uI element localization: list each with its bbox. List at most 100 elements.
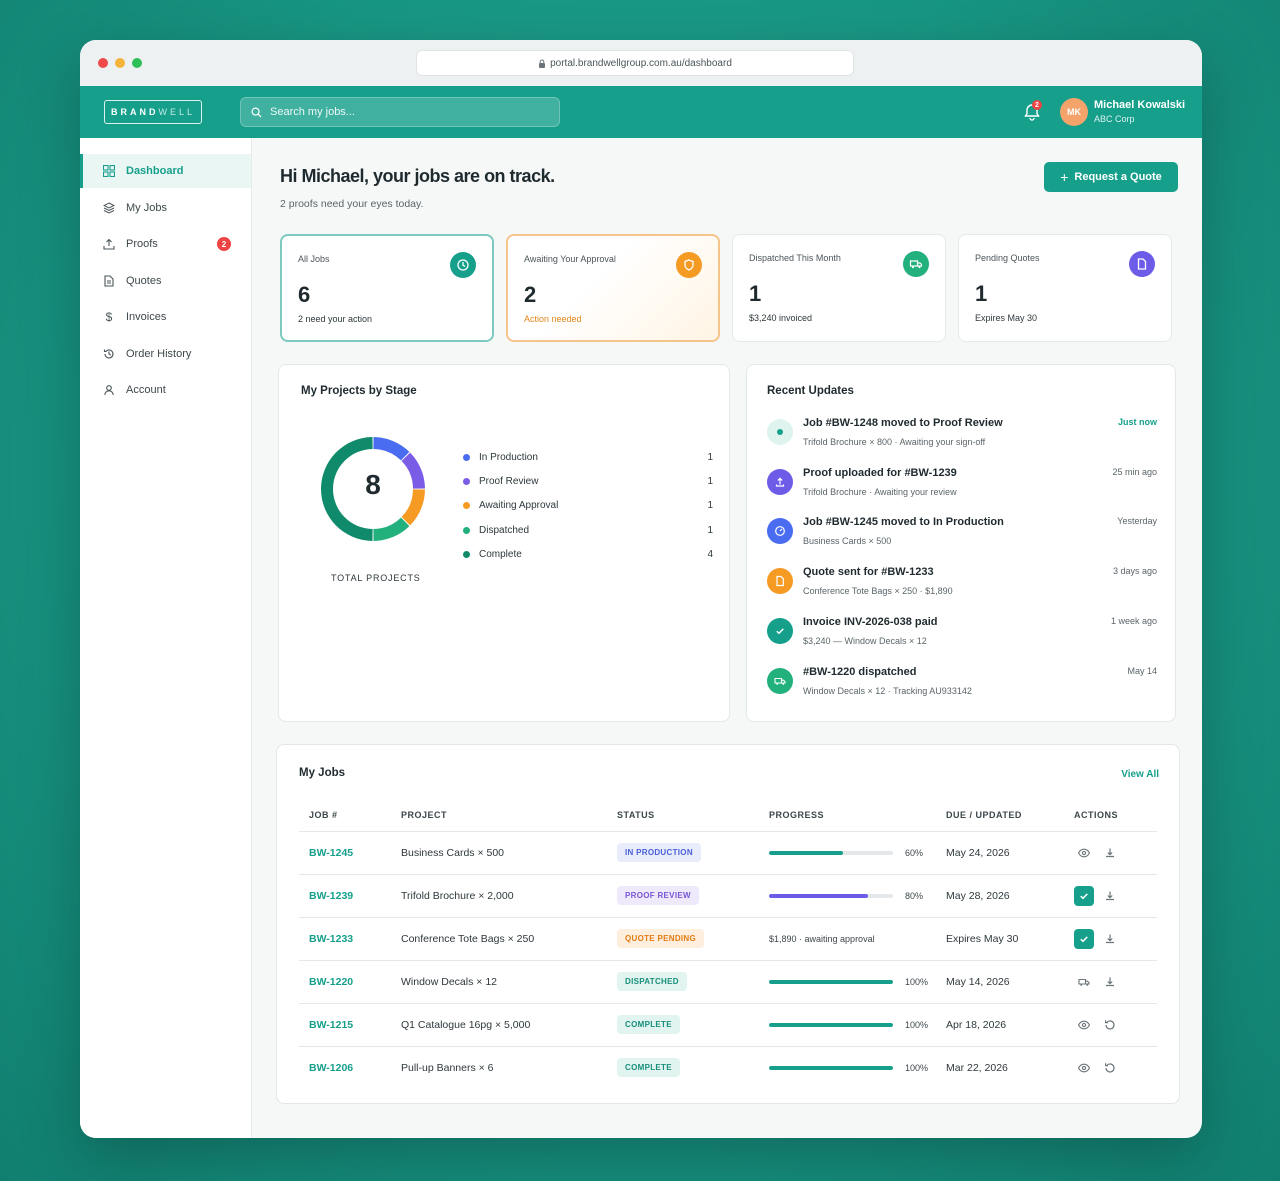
avatar[interactable]: MK bbox=[1060, 98, 1088, 126]
table-row[interactable]: BW-1220 Window Decals × 12 DISPATCHED 100% M… bbox=[299, 960, 1157, 1004]
sidebar-item-invoices[interactable]: $ Invoices bbox=[80, 300, 251, 334]
table-row[interactable]: BW-1215 Q1 Catalogue 16pg × 5,000 COMPLETE… bbox=[299, 1003, 1157, 1047]
job-project: Q1 Catalogue 16pg × 5,000 bbox=[391, 1003, 607, 1047]
progress-bar bbox=[769, 1022, 893, 1027]
legend-swatch bbox=[463, 478, 470, 486]
approve-icon[interactable] bbox=[1074, 928, 1094, 949]
dollar-icon: $ bbox=[105, 310, 113, 324]
update-item[interactable]: #BW-1220 dispatched Window Decals × 12 · … bbox=[767, 666, 1157, 706]
sidebar-item-label: My Jobs bbox=[126, 201, 167, 214]
job-id-link[interactable]: BW-1206 bbox=[309, 1062, 353, 1074]
sidebar-item-quotes[interactable]: Quotes bbox=[80, 264, 251, 298]
dot-icon bbox=[767, 419, 793, 445]
sidebar-item-dashboard[interactable]: Dashboard bbox=[80, 154, 251, 188]
page-title: Hi Michael, your jobs are on track. bbox=[280, 166, 555, 186]
sidebar-item-label: Dashboard bbox=[126, 165, 184, 177]
job-id-link[interactable]: BW-1239 bbox=[309, 890, 353, 902]
column-header-job: JOB # bbox=[299, 799, 391, 832]
update-item[interactable]: Invoice INV-2026-038 paid $3,240 — Window… bbox=[767, 616, 1157, 656]
brand-logo[interactable]: BRAND WELL bbox=[104, 100, 202, 124]
user-menu[interactable]: Michael Kowalski ABC Corp bbox=[1094, 99, 1185, 124]
table-row[interactable]: BW-1233 Conference Tote Bags × 250 QUOTE P… bbox=[299, 917, 1157, 961]
history-icon bbox=[102, 347, 116, 361]
job-due-date: May 28, 2026 bbox=[936, 874, 1064, 918]
minimize-window-button[interactable] bbox=[115, 58, 125, 68]
update-item[interactable]: Quote sent for #BW-1233 Conference Tote B… bbox=[767, 566, 1157, 606]
approve-icon[interactable] bbox=[1074, 885, 1094, 906]
eye-icon[interactable] bbox=[1074, 843, 1094, 863]
legend-label: Proof Review bbox=[479, 476, 539, 488]
legend-item: In Production 1 bbox=[463, 445, 713, 469]
stat-card-pending-quotes[interactable]: Pending Quotes 1 Expires May 30 bbox=[958, 234, 1172, 342]
search-input[interactable] bbox=[270, 106, 530, 118]
legend-item: Complete 4 bbox=[463, 543, 713, 567]
download-icon[interactable] bbox=[1100, 886, 1120, 906]
donut-total: 8 bbox=[365, 469, 381, 500]
update-title: Invoice INV-2026-038 paid bbox=[803, 615, 938, 628]
stat-card-dispatched[interactable]: Dispatched This Month 1 $3,240 invoiced bbox=[732, 234, 946, 342]
row-actions bbox=[1074, 928, 1157, 949]
update-title: #BW-1220 dispatched bbox=[803, 665, 917, 678]
request-quote-button[interactable]: + Request a Quote bbox=[1044, 162, 1178, 192]
progress-indicator: 100% bbox=[769, 1020, 936, 1030]
column-header-progress: PROGRESS bbox=[759, 799, 936, 832]
download-icon[interactable] bbox=[1100, 843, 1120, 863]
status-badge: COMPLETE bbox=[617, 1015, 680, 1034]
legend-item: Proof Review 1 bbox=[463, 469, 713, 493]
download-icon[interactable] bbox=[1100, 972, 1120, 992]
job-id-link[interactable]: BW-1215 bbox=[309, 1019, 353, 1031]
sidebar-item-proofs[interactable]: Proofs 2 bbox=[80, 227, 251, 261]
sidebar-item-order-history[interactable]: Order History bbox=[80, 337, 251, 371]
update-subtitle: Trifold Brochure · Awaiting your review bbox=[803, 486, 957, 497]
row-actions bbox=[1074, 885, 1157, 906]
update-item[interactable]: Job #BW-1248 moved to Proof Review Trifol… bbox=[767, 417, 1157, 457]
update-subtitle: $3,240 — Window Decals × 12 bbox=[803, 635, 927, 646]
job-id-link[interactable]: BW-1233 bbox=[309, 933, 353, 945]
lock-icon bbox=[539, 59, 546, 68]
progress-percent: 100% bbox=[905, 1062, 929, 1073]
address-bar[interactable]: portal.brandwellgroup.com.au/dashboard bbox=[416, 50, 854, 76]
legend-label: Awaiting Approval bbox=[479, 500, 559, 512]
job-id-link[interactable]: BW-1220 bbox=[309, 976, 353, 988]
job-id-link[interactable]: BW-1245 bbox=[309, 847, 353, 859]
table-row[interactable]: BW-1245 Business Cards × 500 IN PRODUCTION… bbox=[299, 831, 1157, 875]
truck-icon[interactable] bbox=[1074, 972, 1094, 992]
file-icon bbox=[767, 568, 793, 595]
sidebar-item-account[interactable]: Account bbox=[80, 373, 251, 407]
maximize-window-button[interactable] bbox=[132, 58, 142, 68]
close-window-button[interactable] bbox=[98, 58, 108, 68]
document-icon bbox=[102, 274, 116, 288]
download-icon[interactable] bbox=[1100, 929, 1120, 949]
legend-count: 4 bbox=[707, 549, 713, 561]
update-item[interactable]: Proof uploaded for #BW-1239 Trifold Broch… bbox=[767, 467, 1157, 507]
reorder-icon[interactable] bbox=[1100, 1058, 1120, 1078]
sidebar-item-my-jobs[interactable]: My Jobs bbox=[80, 191, 251, 225]
sidebar-item-label: Account bbox=[126, 384, 166, 396]
reorder-icon[interactable] bbox=[1100, 1015, 1120, 1035]
job-due-date: Apr 18, 2026 bbox=[936, 1003, 1064, 1047]
stat-note: Action needed bbox=[524, 314, 582, 324]
eye-icon[interactable] bbox=[1074, 1058, 1094, 1078]
table-row[interactable]: BW-1239 Trifold Brochure × 2,000 PROOF REV… bbox=[299, 874, 1157, 918]
job-project: Conference Tote Bags × 250 bbox=[391, 917, 607, 961]
search-icon bbox=[251, 107, 262, 118]
stat-card-awaiting-approval[interactable]: Awaiting Your Approval 2 Action needed bbox=[506, 234, 720, 342]
stat-card-all-jobs[interactable]: All Jobs 6 2 need your action bbox=[280, 234, 494, 342]
panel-title: My Jobs bbox=[299, 767, 346, 779]
row-actions bbox=[1074, 1015, 1157, 1035]
legend-swatch bbox=[463, 526, 470, 534]
shield-icon bbox=[676, 252, 702, 278]
stat-label: Pending Quotes bbox=[975, 253, 1040, 263]
user-name: Michael Kowalski bbox=[1094, 99, 1186, 111]
progress-bar bbox=[769, 893, 893, 898]
view-all-link[interactable]: View All bbox=[1121, 769, 1159, 780]
legend-label: In Production bbox=[479, 451, 538, 463]
window-controls bbox=[98, 58, 142, 68]
update-item[interactable]: Job #BW-1245 moved to In Production Busin… bbox=[767, 516, 1157, 556]
update-subtitle: Trifold Brochure × 800 · Awaiting your s… bbox=[803, 437, 986, 447]
progress-percent: 100% bbox=[905, 1019, 929, 1030]
table-row[interactable]: BW-1206 Pull-up Banners × 6 COMPLETE 100% Ma… bbox=[299, 1046, 1157, 1089]
eye-icon[interactable] bbox=[1074, 1015, 1094, 1035]
check-icon bbox=[767, 617, 793, 644]
status-badge: PROOF REVIEW bbox=[617, 886, 699, 905]
